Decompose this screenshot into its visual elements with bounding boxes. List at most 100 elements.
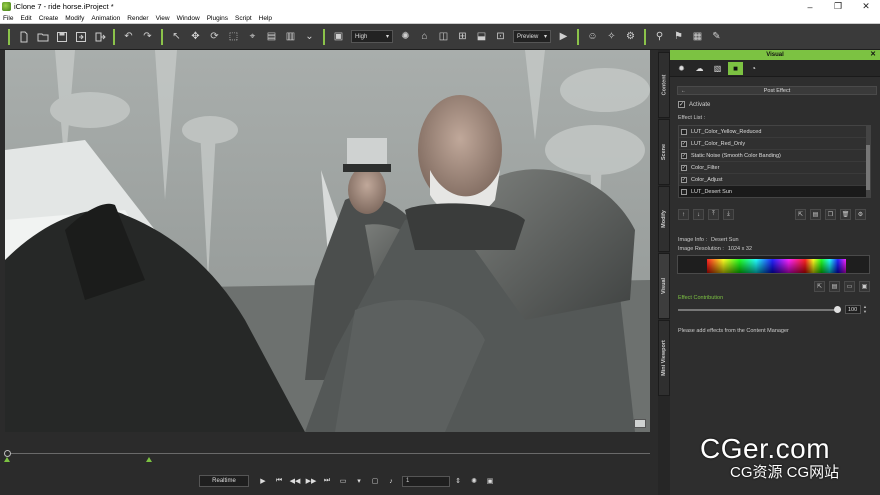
- frame-field[interactable]: 1: [402, 475, 450, 487]
- duplicate-icon[interactable]: ❐: [825, 209, 836, 220]
- tab-modify[interactable]: Modify: [658, 186, 670, 252]
- effect-checkbox[interactable]: [681, 188, 687, 195]
- save-preset-icon[interactable]: ▤: [810, 209, 821, 220]
- menu-script[interactable]: Script: [235, 15, 252, 22]
- move-top-icon[interactable]: ⤒: [708, 209, 719, 220]
- menu-help[interactable]: Help: [259, 15, 272, 22]
- pose-icon[interactable]: ⚲: [652, 29, 668, 45]
- atmosphere-icon[interactable]: ☁: [692, 62, 707, 75]
- grid-icon[interactable]: ⊞: [455, 29, 471, 45]
- list-item[interactable]: ✓ LUT_Color_Red_Only: [679, 138, 870, 150]
- tab-mini-viewport[interactable]: Mini Viewport: [658, 320, 670, 396]
- menu-modify[interactable]: Modify: [65, 15, 84, 22]
- load-lut-icon[interactable]: ⇱: [814, 281, 825, 292]
- move-bottom-icon[interactable]: ⤓: [723, 209, 734, 220]
- minimize-button[interactable]: –: [796, 0, 824, 13]
- video-camera-icon[interactable]: ▶: [556, 29, 572, 45]
- load-icon[interactable]: ⇱: [795, 209, 806, 220]
- maximize-button[interactable]: ❐: [824, 0, 852, 13]
- settings-gear-icon[interactable]: ⚙: [855, 209, 866, 220]
- frame-icon[interactable]: ⬓: [474, 29, 490, 45]
- list-item[interactable]: ✓ Color_Filter: [679, 162, 870, 174]
- tab-content[interactable]: Content: [658, 52, 670, 118]
- contribution-slider-thumb[interactable]: [834, 306, 841, 313]
- menu-file[interactable]: File: [3, 15, 13, 22]
- export-lut-icon[interactable]: ▣: [859, 281, 870, 292]
- effect-checkbox[interactable]: ✓: [681, 164, 687, 171]
- export-icon[interactable]: [92, 29, 108, 45]
- tab-visual[interactable]: Visual: [658, 253, 670, 319]
- viewport-layout-icon[interactable]: ▣: [331, 29, 347, 45]
- chevron-down-icon[interactable]: ▾: [352, 475, 366, 487]
- timeline-start-marker[interactable]: [4, 457, 10, 462]
- character-icon[interactable]: ☺: [585, 29, 601, 45]
- settings-gear-icon[interactable]: ✺: [467, 475, 481, 487]
- effect-checkbox[interactable]: ✓: [681, 176, 687, 183]
- undo-icon[interactable]: ↶: [121, 29, 137, 45]
- align-icon[interactable]: ▤: [264, 29, 280, 45]
- panel-toggle-icon[interactable]: ▣: [483, 475, 497, 487]
- paint-icon[interactable]: ✎: [709, 29, 725, 45]
- flag-icon[interactable]: ⚑: [671, 29, 687, 45]
- loop-icon[interactable]: ▭: [336, 475, 350, 487]
- sun-icon[interactable]: ✹: [674, 62, 689, 75]
- timeline-playhead[interactable]: [4, 450, 11, 457]
- subtitle-icon[interactable]: ▢: [368, 475, 382, 487]
- list-item[interactable]: ✓ Color_Adjust: [679, 174, 870, 186]
- new-file-icon[interactable]: [16, 29, 32, 45]
- list-item[interactable]: LUT_Desert Sun: [679, 186, 870, 197]
- play-icon[interactable]: ▶: [256, 475, 270, 487]
- home-icon[interactable]: ⌂: [417, 29, 433, 45]
- camera-lens-icon[interactable]: ◔: [746, 62, 761, 75]
- menu-view[interactable]: View: [156, 15, 170, 22]
- menu-window[interactable]: Window: [177, 15, 200, 22]
- effect-checkbox[interactable]: ✓: [681, 152, 687, 159]
- effect-checkbox[interactable]: [681, 128, 687, 135]
- spinner-icon[interactable]: ⇕: [451, 475, 465, 487]
- rewind-icon[interactable]: ◀◀: [288, 475, 302, 487]
- list-item[interactable]: LUT_Color_Yellow_Reduced: [679, 126, 870, 138]
- menu-plugins[interactable]: Plugins: [207, 15, 228, 22]
- activate-checkbox-row[interactable]: ✓ Activate: [678, 101, 710, 108]
- move-icon[interactable]: ✥: [188, 29, 204, 45]
- snap-icon[interactable]: ⌖: [245, 29, 261, 45]
- render-mode-dropdown[interactable]: Preview ▾: [513, 30, 551, 43]
- motion-icon[interactable]: ✧: [604, 29, 620, 45]
- skip-end-icon[interactable]: ⏭: [320, 475, 334, 487]
- quality-dropdown[interactable]: High ▾: [351, 30, 393, 43]
- close-button[interactable]: ✕: [852, 0, 880, 13]
- list-scrollbar[interactable]: [866, 125, 870, 198]
- menu-create[interactable]: Create: [39, 15, 59, 22]
- light-icon[interactable]: ✺: [398, 29, 414, 45]
- prop-icon[interactable]: ⚙: [623, 29, 639, 45]
- forward-icon[interactable]: ▶▶: [304, 475, 318, 487]
- effect-checkbox[interactable]: ✓: [681, 140, 687, 147]
- gizmo-icon[interactable]: ⊡: [493, 29, 509, 45]
- tab-scene[interactable]: Scene: [658, 119, 670, 185]
- image-editor-icon[interactable]: ▭: [844, 281, 855, 292]
- move-up-icon[interactable]: ↑: [678, 209, 689, 220]
- viewport-corner-icon[interactable]: [634, 419, 646, 428]
- image-icon[interactable]: ▧: [710, 62, 725, 75]
- music-note-icon[interactable]: ♪: [384, 475, 398, 487]
- import-icon[interactable]: [73, 29, 89, 45]
- redo-icon[interactable]: ↷: [140, 29, 156, 45]
- save-lut-icon[interactable]: ▤: [829, 281, 840, 292]
- skip-start-icon[interactable]: ⏮: [272, 475, 286, 487]
- delete-icon[interactable]: 🗑: [840, 209, 851, 220]
- viewport-3d[interactable]: [5, 50, 650, 432]
- timeline-track[interactable]: [7, 453, 650, 454]
- menu-render[interactable]: Render: [127, 15, 148, 22]
- timeline-end-marker[interactable]: [146, 457, 152, 462]
- close-icon[interactable]: ✕: [870, 50, 876, 58]
- post-effect-icon[interactable]: ■: [728, 61, 743, 75]
- save-icon[interactable]: [54, 29, 70, 45]
- menu-animation[interactable]: Animation: [91, 15, 120, 22]
- distribute-icon[interactable]: ▥: [283, 29, 299, 45]
- contribution-value-field[interactable]: 100: [845, 305, 861, 314]
- scale-icon[interactable]: ⬚: [226, 29, 242, 45]
- script-icon[interactable]: ▦: [690, 29, 706, 45]
- move-down-icon[interactable]: ↓: [693, 209, 704, 220]
- activate-checkbox[interactable]: ✓: [678, 101, 685, 108]
- camera-icon[interactable]: ◫: [436, 29, 452, 45]
